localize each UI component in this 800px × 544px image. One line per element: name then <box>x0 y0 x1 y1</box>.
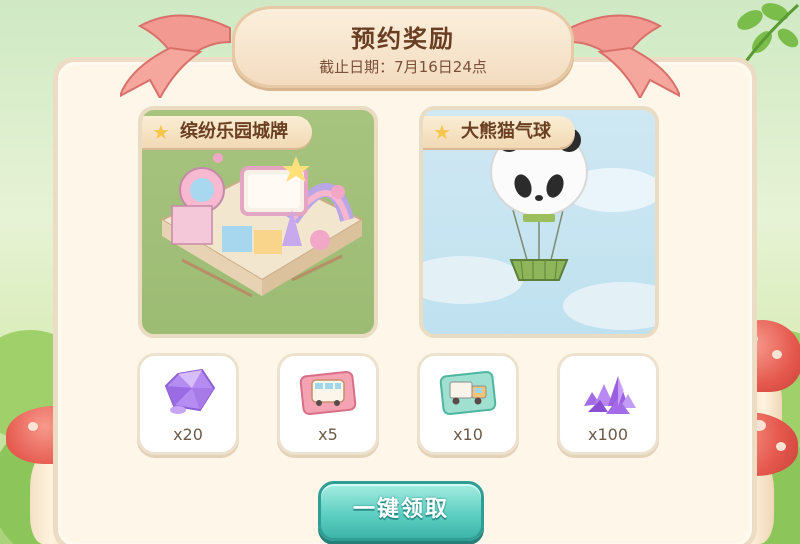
card-title: 大熊猫气球 <box>461 121 551 142</box>
item-quantity: x5 <box>318 425 338 444</box>
crystal-pile-icon <box>584 376 636 414</box>
right-ribbon-decoration <box>569 14 680 98</box>
card-label-park-sign: ★ 缤纷乐园城牌 <box>142 116 312 148</box>
reward-item-truck-ticket[interactable]: x10 <box>417 353 519 455</box>
purple-gem-icon <box>164 368 216 414</box>
reward-item-purple-gem[interactable]: x20 <box>137 353 239 455</box>
item-quantity: x20 <box>173 425 203 444</box>
bus-ticket-icon <box>299 370 357 416</box>
star-icon: ★ <box>152 120 170 144</box>
star-icon: ★ <box>433 120 451 144</box>
reward-card-panda-balloon[interactable]: ★ 大熊猫气球 <box>419 106 659 338</box>
truck-ticket-icon <box>439 370 497 416</box>
deadline-text: 截止日期：7月16日24点 <box>319 58 487 76</box>
item-quantity: x100 <box>587 425 628 444</box>
title-banner: 预约奖励 截止日期：7月16日24点 <box>232 6 574 88</box>
page-title: 预约奖励 <box>351 25 455 53</box>
item-quantity: x10 <box>453 425 483 444</box>
reward-item-crystal-pile[interactable]: x100 <box>557 353 659 455</box>
left-ribbon-decoration <box>120 14 231 98</box>
claim-all-button[interactable]: 一键领取 <box>318 481 484 541</box>
card-title: 缤纷乐园城牌 <box>180 121 288 142</box>
card-label-panda-balloon: ★ 大熊猫气球 <box>423 116 575 148</box>
reward-card-park-sign[interactable]: ★ 缤纷乐园城牌 <box>138 106 378 338</box>
game-scene: 预约奖励 截止日期：7月16日24点 ★ 缤纷乐园城牌 ★ 大熊猫气球 x20 … <box>0 0 800 544</box>
reward-item-bus-ticket[interactable]: x5 <box>277 353 379 455</box>
